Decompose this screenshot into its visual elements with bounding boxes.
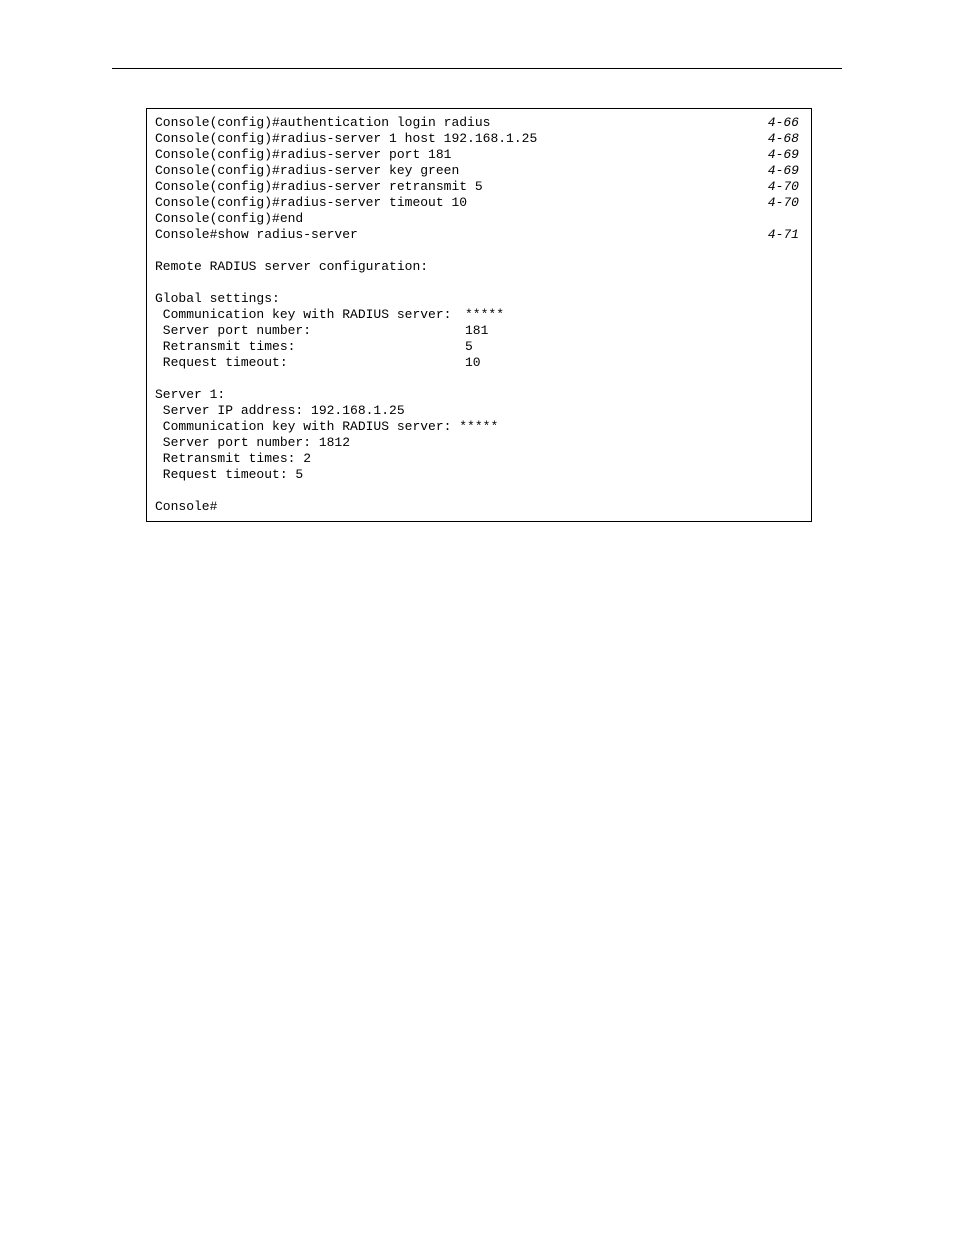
server1-line: Server IP address: 192.168.1.25 xyxy=(155,403,803,419)
page-ref: 4-69 xyxy=(768,147,803,163)
setting-key: Communication key with RADIUS server: xyxy=(155,307,465,323)
setting-value: 5 xyxy=(465,339,473,355)
setting-key: Server port number: xyxy=(155,323,465,339)
setting-key: Request timeout: xyxy=(155,355,465,371)
blank-line xyxy=(155,371,803,387)
global-setting-row: Server port number: 181 xyxy=(155,323,803,339)
console-command: Console(config)#radius-server timeout 10 xyxy=(155,195,467,211)
console-command: Console(config)#authentication login rad… xyxy=(155,115,490,131)
section-header: Remote RADIUS server configuration: xyxy=(155,259,803,275)
setting-key: Retransmit times: xyxy=(155,339,465,355)
setting-value: 10 xyxy=(465,355,481,371)
global-settings-header: Global settings: xyxy=(155,291,803,307)
server1-line: Request timeout: 5 xyxy=(155,467,803,483)
console-prompt: Console# xyxy=(155,499,803,515)
server1-line: Server port number: 1812 xyxy=(155,435,803,451)
console-line: Console(config)#radius-server port 181 4… xyxy=(155,147,803,163)
blank-line xyxy=(155,243,803,259)
console-line: Console(config)#radius-server timeout 10… xyxy=(155,195,803,211)
server1-line: Communication key with RADIUS server: **… xyxy=(155,419,803,435)
server1-line: Retransmit times: 2 xyxy=(155,451,803,467)
global-setting-row: Retransmit times: 5 xyxy=(155,339,803,355)
console-command: Console(config)#radius-server key green xyxy=(155,163,459,179)
console-command: Console(config)#radius-server retransmit… xyxy=(155,179,483,195)
console-line: Console(config)#radius-server retransmit… xyxy=(155,179,803,195)
console-command: Console(config)#end xyxy=(155,211,303,227)
console-line: Console#show radius-server 4-71 xyxy=(155,227,803,243)
blank-line xyxy=(155,275,803,291)
console-command: Console(config)#radius-server 1 host 192… xyxy=(155,131,537,147)
global-setting-row: Communication key with RADIUS server: **… xyxy=(155,307,803,323)
page-ref: 4-66 xyxy=(768,115,803,131)
setting-value: 181 xyxy=(465,323,488,339)
blank-line xyxy=(155,483,803,499)
page-ref: 4-69 xyxy=(768,163,803,179)
global-setting-row: Request timeout: 10 xyxy=(155,355,803,371)
page: Console(config)#authentication login rad… xyxy=(0,0,954,1235)
page-ref: 4-70 xyxy=(768,179,803,195)
page-ref: 4-71 xyxy=(768,227,803,243)
console-output-box: Console(config)#authentication login rad… xyxy=(146,108,812,522)
page-ref: 4-68 xyxy=(768,131,803,147)
console-line: Console(config)#radius-server 1 host 192… xyxy=(155,131,803,147)
server1-header: Server 1: xyxy=(155,387,803,403)
console-command: Console(config)#radius-server port 181 xyxy=(155,147,451,163)
console-line: Console(config)#authentication login rad… xyxy=(155,115,803,131)
horizontal-rule xyxy=(112,68,842,69)
console-line: Console(config)#end xyxy=(155,211,803,227)
console-line: Console(config)#radius-server key green … xyxy=(155,163,803,179)
console-command: Console#show radius-server xyxy=(155,227,358,243)
page-ref: 4-70 xyxy=(768,195,803,211)
page-ref xyxy=(799,211,803,227)
setting-value: ***** xyxy=(465,307,504,323)
